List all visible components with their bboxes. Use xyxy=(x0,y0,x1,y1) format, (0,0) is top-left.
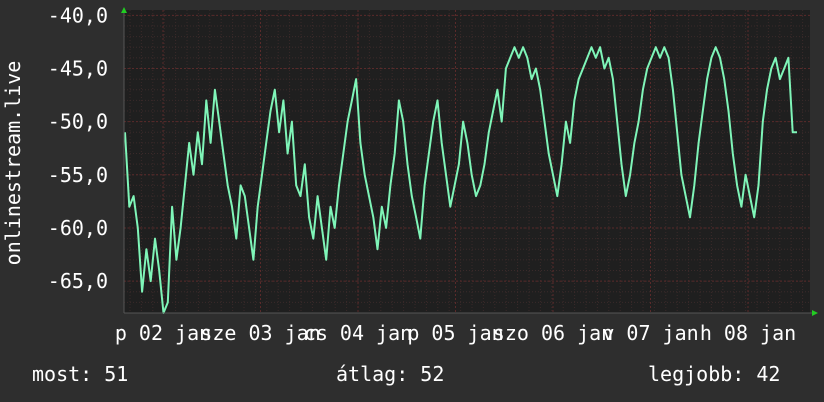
y-tick-label: -60,0 xyxy=(48,216,108,240)
y-tick-label: -65,0 xyxy=(48,269,108,293)
line-chart: -40,0-45,0-50,0-55,0-60,0-65,0 p 02 jans… xyxy=(1,3,818,345)
y-tick-label: -40,0 xyxy=(48,3,108,27)
x-tick-label: h 08 jan xyxy=(700,321,796,345)
x-tick-label: cs 04 jan xyxy=(304,321,412,345)
x-tick-label: sze 03 jan xyxy=(200,321,320,345)
y-tick-label: -50,0 xyxy=(48,110,108,134)
plot-area xyxy=(124,10,810,313)
y-tick-label: -45,0 xyxy=(48,56,108,80)
y-axis-label: onlinestream.live xyxy=(1,61,25,266)
average-value-label: átlag: 52 xyxy=(336,362,445,386)
y-tick-label: -55,0 xyxy=(48,163,108,187)
current-value-label: most: 51 xyxy=(32,362,129,386)
x-tick-label: p 02 jan xyxy=(115,321,211,345)
x-tick-label: v 07 jan xyxy=(602,321,698,345)
x-axis-arrow-icon xyxy=(812,310,818,316)
x-tick-label: p 05 jan xyxy=(407,321,503,345)
x-axis-tick-labels: p 02 jansze 03 jancs 04 janp 05 janszo 0… xyxy=(115,321,796,345)
y-axis-tick-labels: -40,0 -45,0 -50,0 -55,0 -60,0 -65,0 xyxy=(48,3,108,293)
x-tick-label: szo 06 jan xyxy=(493,321,613,345)
best-value-label: legjobb: 42 xyxy=(648,362,781,386)
